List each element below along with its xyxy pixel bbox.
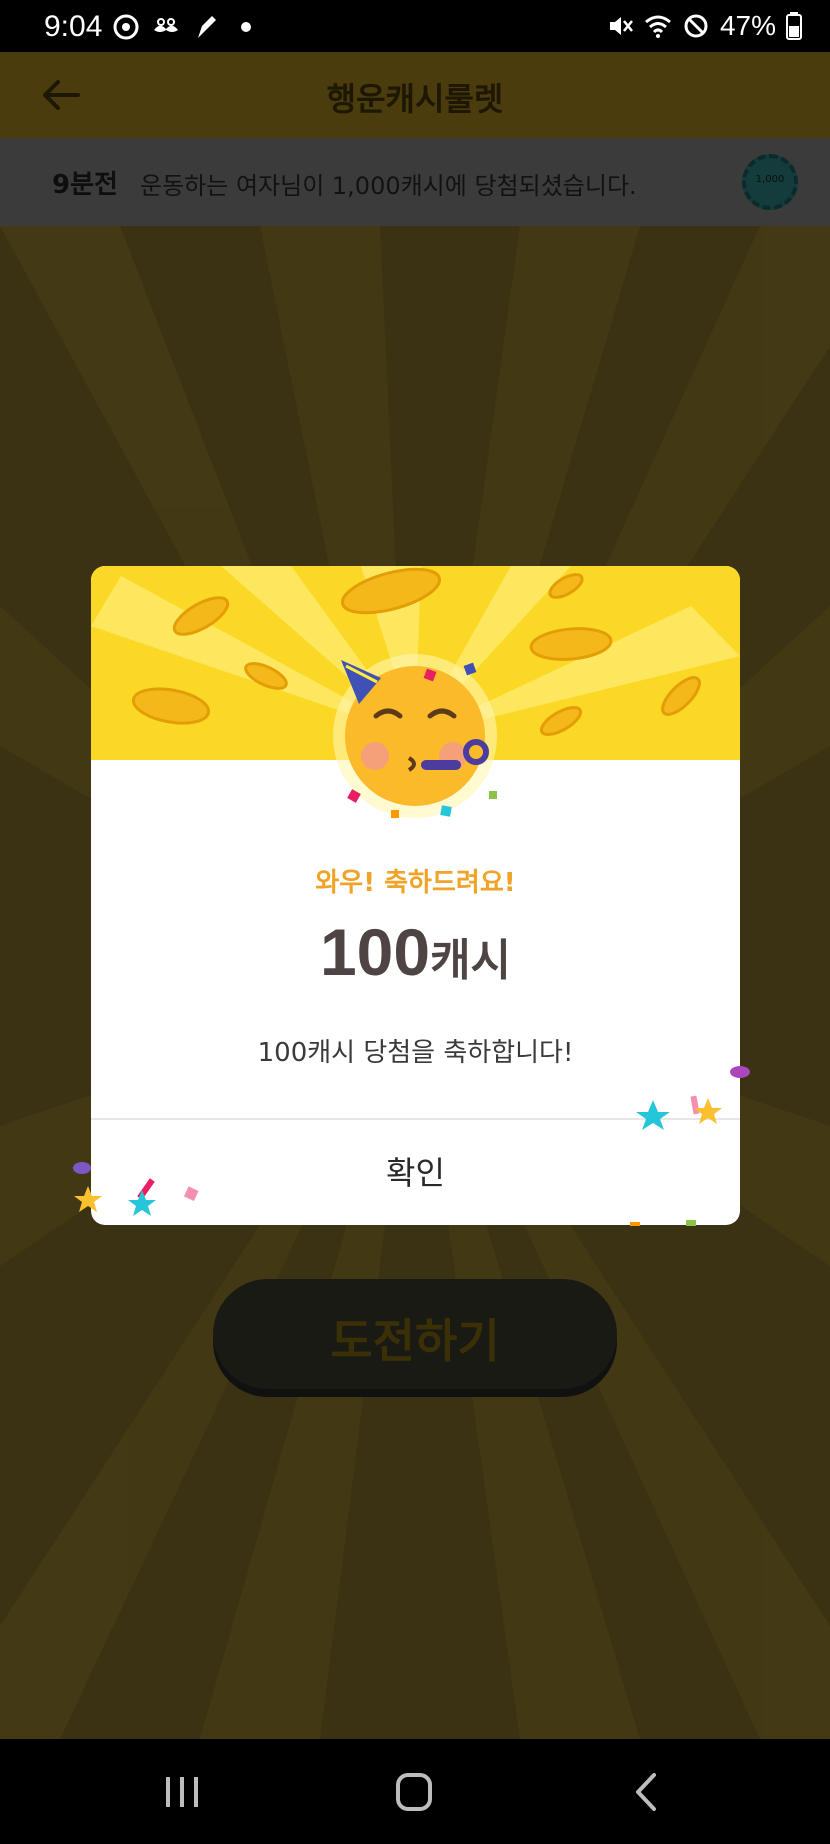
won-amount-number: 100 [319, 915, 431, 989]
app-header: 행운캐시룰렛 [0, 52, 830, 138]
challenge-button-label: 도전하기 [330, 1314, 500, 1368]
mute-icon [609, 17, 633, 35]
recent-apps-icon[interactable] [152, 1767, 212, 1817]
status-bar: 9:04 47% [0, 0, 830, 52]
winner-ticker: 9분전 운동하는 여자님이 1,000캐시에 당첨되셨습니다. [0, 138, 830, 226]
ticker-time-ago: 9분전 [52, 170, 118, 200]
do-not-disturb-icon [684, 14, 708, 38]
status-left-icons [112, 14, 260, 40]
confirm-button[interactable]: 확인 [91, 1120, 740, 1225]
home-icon[interactable] [384, 1767, 444, 1817]
battery-percent: 47% [719, 10, 776, 41]
dialog-title: 와우! 축하드려요! [315, 868, 516, 898]
celebration-art [91, 566, 740, 818]
won-amount: 100캐시 [91, 914, 740, 990]
won-amount-unit: 캐시 [430, 935, 512, 986]
cash-chip-label: 1,000 [755, 174, 785, 185]
status-time: 9:04 [44, 10, 103, 43]
battery-icon [786, 12, 802, 40]
challenge-button[interactable]: 도전하기 [213, 1279, 617, 1389]
dialog-message: 100캐시 당첨을 축하합니다! [257, 1038, 574, 1068]
back-nav-icon[interactable] [616, 1767, 676, 1817]
game-icon [198, 16, 216, 38]
cash-chip-icon: 1,000 [742, 154, 798, 210]
system-nav-bar [0, 1739, 830, 1844]
wifi-icon [644, 15, 671, 38]
dot-icon [241, 22, 251, 32]
win-dialog: 와우! 축하드려요! 100캐시 100캐시 당첨을 축하합니다! 확인 [91, 566, 740, 1225]
status-right: 47% [606, 10, 802, 42]
page-title: 행운캐시룰렛 [326, 80, 504, 118]
confirm-button-label: 확인 [386, 1154, 445, 1192]
messenger-icon [113, 14, 139, 40]
mustache-app-icon [154, 18, 178, 32]
ticker-message: 운동하는 여자님이 1,000캐시에 당첨되셨습니다. [140, 172, 637, 200]
